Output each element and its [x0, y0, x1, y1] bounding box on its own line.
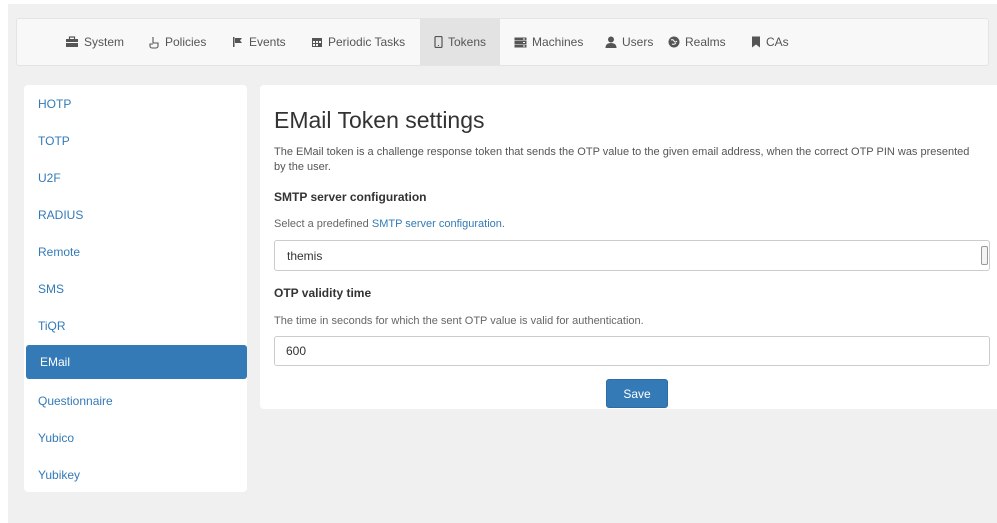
- validity-heading: OTP validity time: [274, 286, 372, 300]
- nav-policies[interactable]: Policies: [148, 19, 206, 65]
- sidebar-item-hotp[interactable]: HOTP: [24, 87, 247, 121]
- calendar-icon: [311, 36, 323, 48]
- user-icon: [605, 36, 617, 48]
- nav-events[interactable]: Events: [232, 19, 286, 65]
- page-description: The EMail token is a challenge response …: [274, 146, 970, 173]
- nav-label: Tokens: [447, 35, 487, 49]
- sidebar-item-yubikey[interactable]: Yubikey: [24, 458, 247, 492]
- nav-label: Periodic Tasks: [328, 35, 406, 49]
- phone-icon: [434, 36, 443, 48]
- sidebar-item-sms[interactable]: SMS: [24, 272, 247, 306]
- sidebar-item-totp[interactable]: TOTP: [24, 124, 247, 158]
- nav-users[interactable]: Users: [605, 19, 653, 65]
- nav-system[interactable]: System: [65, 19, 124, 65]
- nav-label: System: [84, 35, 125, 49]
- nav-tokens[interactable]: Tokens: [420, 19, 500, 65]
- email-settings-panel: EMail Token settings The EMail token is …: [260, 85, 997, 409]
- sidebar-item-label: U2F: [38, 171, 61, 185]
- validity-time-input[interactable]: 600: [274, 336, 990, 366]
- validity-help: The time in seconds for which the sent O…: [274, 315, 644, 327]
- sidebar-item-label: Questionnaire: [38, 394, 113, 408]
- flag-icon: [232, 36, 244, 48]
- hand-icon: [148, 36, 160, 49]
- sidebar-item-u2f[interactable]: U2F: [24, 161, 247, 195]
- smtp-help: Select a predefined SMTP server configur…: [274, 218, 505, 230]
- page-title: EMail Token settings: [274, 107, 485, 133]
- smtp-help-prefix: Select a predefined: [274, 218, 372, 230]
- sidebar-item-questionnaire[interactable]: Questionnaire: [24, 384, 247, 418]
- sidebar-item-label: Remote: [38, 245, 81, 259]
- smtp-selected-value: themis: [287, 248, 323, 263]
- nav-label: Policies: [165, 35, 207, 49]
- sidebar-item-yubico[interactable]: Yubico: [24, 421, 247, 455]
- nav-label: Events: [249, 35, 286, 49]
- nav-periodic-tasks[interactable]: Periodic Tasks: [311, 19, 405, 65]
- nav-realms[interactable]: Realms: [668, 19, 726, 65]
- briefcase-icon: [65, 36, 79, 48]
- smtp-config-select[interactable]: themis: [274, 240, 990, 271]
- sidebar-item-label: TiQR: [38, 319, 66, 333]
- sidebar-item-remote[interactable]: Remote: [24, 235, 247, 269]
- nav-machines[interactable]: Machines: [514, 19, 583, 65]
- smtp-config-link[interactable]: SMTP server configuration: [372, 218, 502, 230]
- nav-label: Realms: [685, 35, 726, 49]
- nav-label: CAs: [766, 35, 789, 49]
- sidebar-item-label: Yubikey: [38, 468, 81, 482]
- select-arrow-icon: [981, 246, 988, 265]
- nav-cas[interactable]: CAs: [751, 19, 789, 65]
- sidebar-item-tiqr[interactable]: TiQR: [24, 309, 247, 343]
- smtp-help-suffix: .: [501, 218, 505, 230]
- nav-label: Machines: [532, 35, 584, 49]
- sidebar-item-label: HOTP: [38, 97, 72, 111]
- validity-time-value: 600: [286, 344, 307, 358]
- sidebar-item-label: TOTP: [38, 134, 70, 148]
- sidebar-item-label: SMS: [38, 282, 65, 296]
- server-icon: [514, 37, 527, 48]
- token-type-sidebar: HOTP TOTP U2F RADIUS Remote SMS TiQR EMa…: [24, 85, 247, 492]
- save-button[interactable]: Save: [606, 379, 668, 408]
- bookmark-icon: [751, 36, 761, 48]
- sidebar-item-radius[interactable]: RADIUS: [24, 198, 247, 232]
- sidebar-item-email[interactable]: EMail: [26, 345, 247, 379]
- sidebar-item-label: Yubico: [38, 431, 75, 445]
- nav-label: Users: [622, 35, 654, 49]
- sidebar-item-label: RADIUS: [38, 208, 84, 222]
- sidebar-item-label: EMail: [40, 355, 71, 369]
- globe-icon: [668, 36, 680, 48]
- smtp-heading: SMTP server configuration: [274, 190, 427, 204]
- top-navbar: System Policies Events Periodic Tasks To…: [16, 18, 989, 66]
